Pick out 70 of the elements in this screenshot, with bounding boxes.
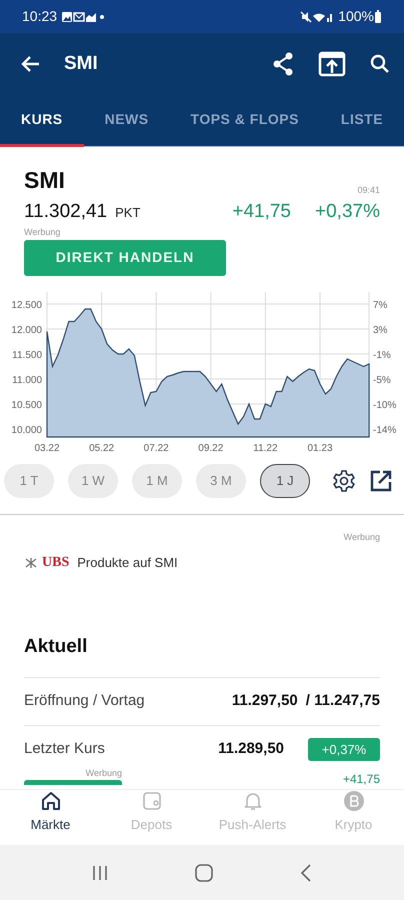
tab[interactable]: TOPS & FLOPS: [170, 95, 320, 147]
axis-label: -1%: [373, 350, 391, 360]
axis-label: 07.22: [144, 442, 169, 454]
axis-label: 11.22: [253, 442, 278, 454]
gallery-icon: [61, 10, 74, 22]
axis-label: -10%: [373, 400, 396, 410]
row-label: Letzter Kurs: [24, 739, 106, 760]
range-button[interactable]: 1 J: [260, 464, 310, 498]
range-button[interactable]: 1 M: [132, 464, 182, 498]
range-button[interactable]: 3 M: [196, 464, 246, 498]
price: 11.302,41: [24, 200, 108, 224]
ad-label: Werbung: [86, 766, 122, 780]
axis-label: 10.000: [11, 424, 42, 436]
range-button[interactable]: 1 T: [4, 464, 54, 498]
axis-label: 12.500: [11, 300, 42, 310]
ubs-logo[interactable]: UBS: [24, 552, 70, 573]
axis-label: 7%: [373, 300, 388, 310]
quote-time: 09:41: [357, 184, 380, 197]
recent-apps-button[interactable]: [90, 864, 109, 882]
axis-label: -14%: [373, 424, 396, 436]
wallet-icon: [140, 790, 162, 812]
wifi-signal-icon: [312, 10, 334, 22]
mute-icon: [300, 10, 312, 22]
trade-button[interactable]: DIREKT HANDELN: [24, 240, 226, 276]
tab[interactable]: LISTE: [320, 95, 404, 147]
axis-label: 01.23: [307, 442, 333, 454]
row-label: Eröffnung / Vortag: [24, 691, 146, 712]
range-button[interactable]: 1 W: [68, 464, 118, 498]
promo-link[interactable]: Produkte auf SMI: [77, 552, 178, 572]
battery-icon: [374, 10, 382, 23]
axis-label: 11.500: [12, 350, 42, 360]
axis-label: 11.000: [12, 374, 42, 386]
axis-label: 03.22: [34, 442, 60, 454]
price-unit: PKT: [115, 204, 142, 222]
last-price-value: 11.289,50: [218, 739, 284, 760]
index-name: SMI: [24, 166, 65, 195]
change-badge: +0,37%: [308, 738, 380, 762]
tab[interactable]: KURS: [0, 95, 84, 147]
section-title: Aktuell: [24, 634, 88, 658]
opening-value: 11.297,50: [232, 691, 298, 712]
chart-icon: [85, 10, 98, 22]
export-button[interactable]: [318, 51, 346, 77]
nav-tab[interactable]: Märkte: [0, 790, 101, 845]
coin-icon: [342, 790, 364, 812]
battery-percent: 100%: [338, 7, 374, 26]
change-percent: +0,37%: [315, 200, 380, 224]
settings-button[interactable]: [332, 468, 356, 492]
tab[interactable]: NEWS: [84, 95, 170, 147]
axis-label: 3%: [373, 324, 388, 336]
back-button[interactable]: [20, 55, 40, 73]
axis-label: 10.500: [11, 400, 42, 410]
open-external-button[interactable]: [370, 470, 392, 492]
ad-label: Werbung: [344, 530, 380, 544]
home-icon: [40, 790, 62, 812]
previous-close-value: / 11.247,75: [306, 691, 380, 712]
change: +41,75: [342, 773, 380, 785]
axis-label: 12.000: [11, 324, 42, 336]
back-nav-button[interactable]: [299, 862, 314, 882]
ad-label: Werbung: [24, 226, 60, 239]
axis-label: -5%: [373, 374, 391, 386]
mail-icon: [73, 10, 86, 22]
change: +41,75: [232, 200, 292, 224]
share-button[interactable]: [272, 52, 294, 76]
axis-label: 05.22: [89, 442, 114, 454]
search-button[interactable]: [370, 54, 390, 74]
status-time: 10:23: [22, 7, 58, 26]
axis-label: 09.22: [198, 442, 224, 454]
screen-title: SMI: [64, 52, 99, 76]
bell-icon: [242, 790, 264, 812]
home-button[interactable]: [194, 862, 214, 882]
